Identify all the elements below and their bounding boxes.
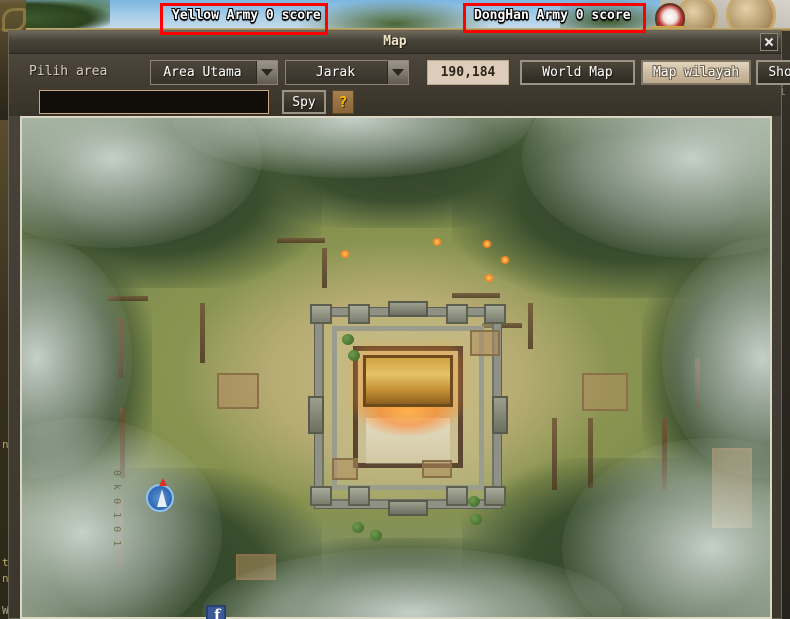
fire-marker (340, 250, 350, 258)
screen-root: sapi n [C ttle n W Yellow Army 0 score D… (0, 0, 790, 619)
dialog-titlebar: Map (9, 31, 781, 54)
chevron-down-icon[interactable] (387, 61, 408, 84)
fire-marker (482, 240, 492, 248)
fortress-gate-west (308, 396, 324, 434)
map-vertical-label: 0 k 0 1 0 1 (111, 470, 122, 548)
wall-segment (277, 238, 325, 243)
farm-plot (582, 373, 628, 411)
wall-segment (528, 303, 533, 349)
distance-select[interactable]: Jarak (285, 60, 409, 85)
coordinates-display: 190,184 (427, 60, 509, 85)
region-map-button[interactable]: Map wilayah (641, 60, 751, 85)
wall-tower (446, 486, 468, 506)
fortress-gate-south (388, 500, 428, 516)
yellow-army-score-label: Yellow Army 0 score (172, 8, 321, 23)
area-select-label: Pilih area (29, 64, 108, 79)
corner-tower (484, 486, 506, 506)
inner-building (332, 458, 358, 480)
tree-marker (342, 334, 354, 345)
compass-marker-icon[interactable] (146, 478, 174, 512)
tree-marker (468, 496, 480, 507)
help-icon[interactable]: ? (332, 90, 354, 114)
close-icon[interactable] (760, 33, 778, 51)
spy-input[interactable] (39, 90, 269, 114)
inner-building (470, 330, 500, 356)
fortress-gate-north (388, 301, 428, 317)
wall-tower (348, 304, 370, 324)
world-map-button[interactable]: World Map (520, 60, 635, 85)
wall-segment (552, 418, 557, 490)
wall-segment (322, 248, 327, 288)
wall-tower (446, 304, 468, 324)
map-viewport[interactable]: 0 k 0 1 0 1 (20, 116, 772, 619)
corner-tower (310, 486, 332, 506)
tree-canopy-middle (300, 0, 490, 30)
map-dialog: Map Pilih area Area Utama Jarak 190,184 … (8, 30, 790, 619)
tree-marker (470, 514, 482, 525)
inner-building (422, 460, 452, 478)
corner-tower (484, 304, 506, 324)
fire-marker (432, 238, 442, 246)
map-toolbar: Pilih area Area Utama Jarak 190,184 Worl… (9, 54, 790, 116)
wall-tower (348, 486, 370, 506)
map-canvas[interactable]: 0 k 0 1 0 1 (22, 118, 770, 617)
fire-marker (484, 274, 494, 282)
show-button[interactable]: Show (756, 60, 790, 85)
distance-select-value: Jarak (315, 65, 356, 80)
corner-tower (310, 304, 332, 324)
great-hall[interactable] (363, 355, 453, 407)
tree-marker (352, 522, 364, 533)
donghan-army-score-label: DongHan Army 0 score (474, 8, 631, 23)
area-select-value: Area Utama (163, 65, 242, 80)
compass-needle (157, 489, 167, 507)
farm-plot (217, 373, 259, 409)
compass-needle-tip (159, 478, 167, 486)
dialog-title: Map (383, 34, 407, 49)
tree-marker (370, 530, 382, 541)
wall-segment (200, 303, 205, 363)
chevron-down-icon[interactable] (256, 61, 277, 84)
wall-segment (588, 418, 593, 488)
area-select[interactable]: Area Utama (150, 60, 278, 85)
fortress-gate-east (492, 396, 508, 434)
facebook-icon[interactable] (206, 605, 226, 619)
wall-segment (452, 293, 500, 298)
fire-marker (500, 256, 510, 264)
spy-button[interactable]: Spy (282, 90, 326, 114)
tree-marker (348, 350, 360, 361)
